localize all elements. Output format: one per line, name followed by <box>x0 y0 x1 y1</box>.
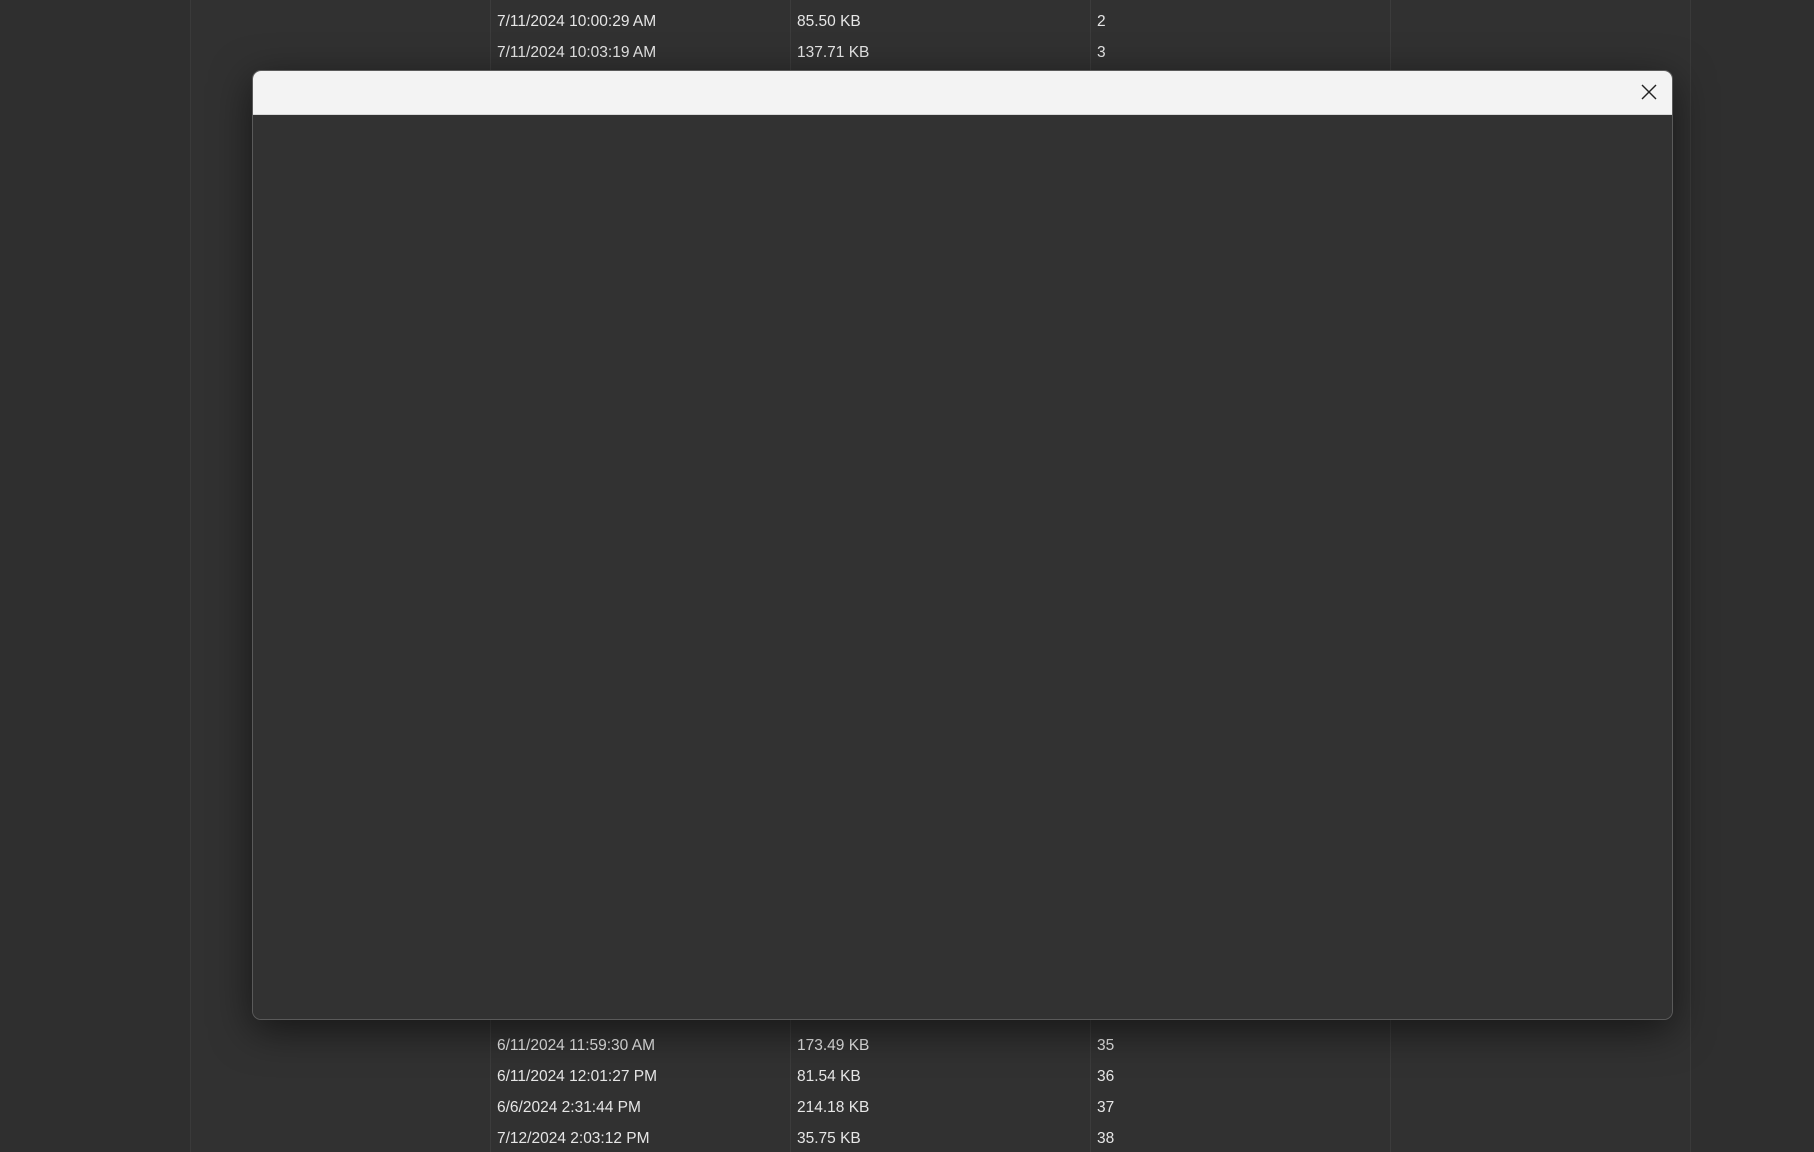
table-row[interactable]: 6/11/2024 12:01:27 PM 81.54 KB 36 <box>191 1061 1690 1092</box>
date-cell: 6/6/2024 2:31:44 PM <box>497 1099 641 1116</box>
size-cell: 35.75 KB <box>797 1130 861 1147</box>
date-cell: 7/11/2024 10:03:19 AM <box>497 44 657 61</box>
right-pane <box>1690 0 1814 1152</box>
index-cell: 37 <box>1097 1099 1115 1116</box>
size-cell: 173.49 KB <box>797 1037 870 1054</box>
size-cell: 214.18 KB <box>797 1099 870 1116</box>
table-row[interactable]: 7/11/2024 10:03:19 AM 137.71 KB 3 <box>191 37 1690 68</box>
close-icon <box>1641 84 1657 100</box>
size-cell: 137.71 KB <box>797 44 870 61</box>
size-cell: 85.50 KB <box>797 13 861 30</box>
date-cell: 7/11/2024 10:00:29 AM <box>497 13 657 30</box>
date-cell: 6/11/2024 11:59:30 AM <box>497 1037 655 1054</box>
table-row[interactable]: 7/11/2024 10:00:29 AM 85.50 KB 2 <box>191 6 1690 37</box>
table-row[interactable]: 6/6/2024 2:31:44 PM 214.18 KB 37 <box>191 1092 1690 1123</box>
left-pane <box>0 0 191 1152</box>
dialog-titlebar[interactable] <box>253 71 1672 115</box>
index-cell: 36 <box>1097 1068 1115 1085</box>
date-cell: 6/11/2024 12:01:27 PM <box>497 1068 658 1085</box>
file-list-window: 7/11/2024 10:00:29 AM 85.50 KB 2 7/11/20… <box>0 0 1814 1152</box>
table-row[interactable]: 7/12/2024 2:03:12 PM 35.75 KB 38 <box>191 1123 1690 1152</box>
modal-dialog <box>252 70 1673 1020</box>
date-cell: 7/12/2024 2:03:12 PM <box>497 1130 650 1147</box>
index-cell: 35 <box>1097 1037 1115 1054</box>
index-cell: 3 <box>1097 44 1106 61</box>
size-cell: 81.54 KB <box>797 1068 861 1085</box>
close-button[interactable] <box>1632 75 1666 109</box>
index-cell: 38 <box>1097 1130 1115 1147</box>
table-row[interactable]: 6/11/2024 11:59:30 AM 173.49 KB 35 <box>191 1030 1690 1061</box>
index-cell: 2 <box>1097 13 1106 30</box>
dialog-content <box>253 115 1672 1019</box>
